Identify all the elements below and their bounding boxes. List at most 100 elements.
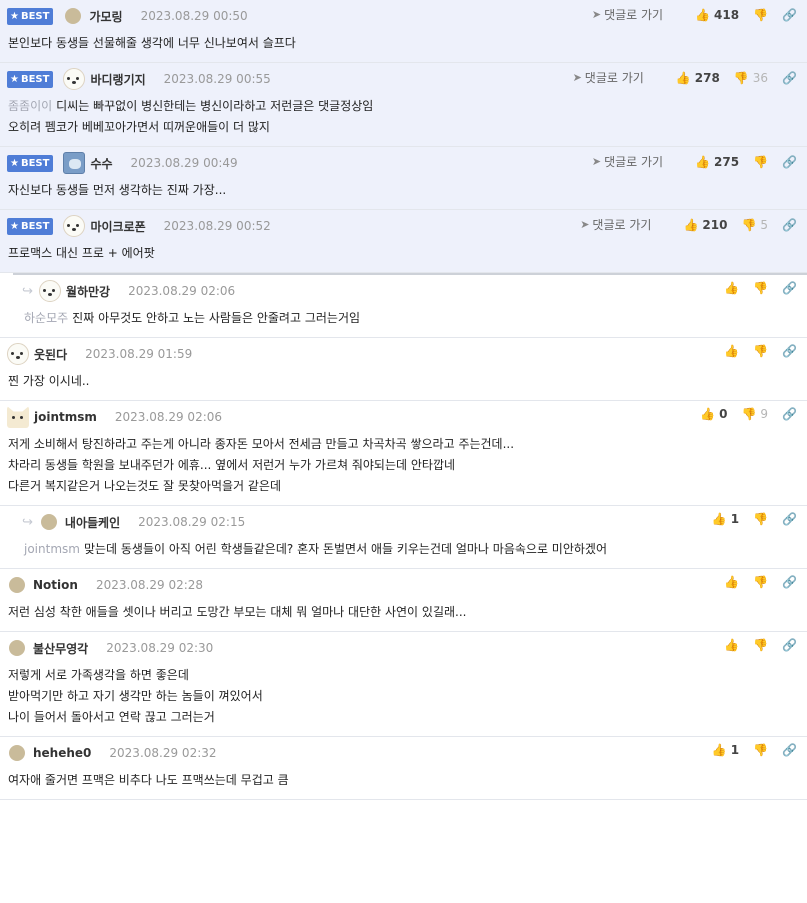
avatar[interactable]: [7, 406, 29, 428]
thumbs-up-icon: 👍: [724, 344, 740, 358]
dislike-button[interactable]: 👎: [753, 575, 768, 589]
comment-line: 저런 심성 착한 애들을 셋이나 버리고 도망간 부모는 대체 뭐 얼마나 대단…: [8, 602, 797, 623]
dislike-button[interactable]: 👎: [753, 743, 768, 757]
dislike-button[interactable]: 👎: [753, 512, 768, 526]
link-icon: 🔗: [782, 70, 797, 85]
comment-actions: 👍 1 👎 🔗: [698, 512, 797, 526]
mention-tag[interactable]: jointmsm: [24, 542, 80, 556]
nickname[interactable]: 월하만강: [66, 283, 110, 300]
copy-link-button[interactable]: 🔗: [782, 344, 797, 358]
dislike-button[interactable]: 👎: [753, 281, 768, 295]
copy-link-button[interactable]: 🔗: [782, 407, 797, 421]
comment-header: ↪ 월하만강 2023.08.29 02:06: [22, 280, 797, 302]
thumbs-down-icon: 👎: [753, 575, 769, 589]
nickname[interactable]: 수수: [90, 155, 112, 172]
like-button[interactable]: 👍: [724, 281, 739, 295]
copy-link-button[interactable]: 🔗: [782, 638, 797, 652]
goto-comment-link[interactable]: ➤ 댓글로 가기: [580, 216, 651, 233]
dislike-count: 5: [760, 217, 769, 232]
copy-link-button[interactable]: 🔗: [782, 281, 797, 295]
nickname[interactable]: 마이크로폰: [90, 218, 145, 235]
best-comment: ★ BEST 마이크로폰 2023.08.29 00:52 ➤ 댓글로 가기 👍 210 👎 5 🔗…: [0, 210, 807, 273]
comment-text: 진짜 아무것도 안하고 노는 사람들은 안줄려고 그러는거임: [72, 311, 361, 325]
dislike-button[interactable]: 👎: [753, 638, 768, 652]
comment-body: 여자애 줄거면 프맥은 비추다 나도 프맥쓰는데 무겁고 큼: [7, 762, 797, 799]
copy-link-button[interactable]: 🔗: [782, 512, 797, 526]
goto-label: 댓글로 가기: [604, 8, 664, 22]
thumbs-down-icon: 👎: [753, 512, 769, 526]
copy-link-button[interactable]: 🔗: [782, 71, 797, 85]
thumbs-down-icon: 👎: [753, 281, 769, 295]
like-button[interactable]: 👍 275: [695, 155, 739, 169]
comment-list: ★ BEST 가모링 2023.08.29 00:50 ➤ 댓글로 가기 👍 418 👎 🔗 본인보…: [0, 0, 807, 800]
dislike-button[interactable]: 👎: [753, 344, 768, 358]
like-button[interactable]: 👍: [724, 638, 739, 652]
nickname[interactable]: 가모링: [89, 8, 122, 25]
timestamp: 2023.08.29 02:32: [109, 746, 217, 760]
star-icon: ★: [10, 157, 19, 169]
dislike-button[interactable]: 👎: [753, 8, 768, 22]
comment-line: 프로맥스 대신 프로 + 에어팟: [8, 243, 797, 264]
dislike-button[interactable]: 👎 36: [734, 71, 768, 85]
copy-link-button[interactable]: 🔗: [782, 218, 797, 232]
avatar[interactable]: [40, 514, 57, 530]
nickname[interactable]: 웃된다: [34, 346, 67, 363]
goto-comment-link[interactable]: ➤ 댓글로 가기: [573, 69, 644, 86]
like-button[interactable]: 👍 418: [695, 8, 739, 22]
timestamp: 2023.08.29 02:15: [138, 515, 246, 529]
avatar[interactable]: [7, 343, 29, 365]
like-button[interactable]: 👍 1: [712, 512, 739, 526]
goto-comment-link[interactable]: ➤ 댓글로 가기: [592, 153, 663, 170]
send-icon: ➤: [580, 218, 590, 231]
comment-actions: 👍 👎 🔗: [710, 281, 797, 295]
best-label: BEST: [20, 157, 50, 169]
avatar[interactable]: [63, 152, 86, 174]
thumbs-down-icon: 👎: [741, 217, 757, 232]
comment-line: 자신보다 동생들 먼저 생각하는 진짜 가장...: [8, 180, 797, 201]
comment-text: 본인보다 동생들 선물해줄 생각에 너무 신나보여서 슬프다: [8, 36, 296, 50]
avatar[interactable]: [9, 745, 25, 761]
thumbs-down-icon: 👎: [753, 344, 769, 358]
comment-text: 프로맥스 대신 프로 + 에어팟: [8, 246, 155, 260]
avatar[interactable]: [63, 215, 86, 237]
copy-link-button[interactable]: 🔗: [782, 743, 797, 757]
thumbs-up-icon: 👍: [695, 154, 711, 169]
timestamp: 2023.08.29 00:52: [163, 219, 271, 233]
copy-link-button[interactable]: 🔗: [782, 155, 797, 169]
copy-link-button[interactable]: 🔗: [782, 575, 797, 589]
comment-actions: 👍 👎 🔗: [710, 344, 797, 358]
comment-text: 받아먹기만 하고 자기 생각만 하는 놈들이 껴있어서: [8, 689, 263, 703]
goto-comment-link[interactable]: ➤ 댓글로 가기: [592, 6, 663, 23]
like-button[interactable]: 👍 210: [683, 218, 727, 232]
like-button[interactable]: 👍: [724, 344, 739, 358]
nickname[interactable]: 불산무영각: [33, 640, 88, 657]
avatar[interactable]: [9, 640, 25, 656]
avatar[interactable]: [9, 577, 25, 593]
like-button[interactable]: 👍 0: [700, 407, 727, 421]
nickname[interactable]: 바디랭기지: [90, 71, 145, 88]
mention-tag[interactable]: 좀좀이이: [8, 99, 52, 113]
nickname[interactable]: Notion: [33, 578, 78, 592]
like-button[interactable]: 👍 278: [676, 71, 720, 85]
avatar[interactable]: [38, 280, 61, 302]
timestamp: 2023.08.29 00:49: [130, 156, 238, 170]
thumbs-down-icon: 👎: [753, 7, 769, 22]
avatar[interactable]: [63, 68, 86, 90]
copy-link-button[interactable]: 🔗: [782, 8, 797, 22]
dislike-button[interactable]: 👎 5: [741, 218, 768, 232]
avatar[interactable]: [65, 8, 82, 24]
thumbs-up-icon: 👍: [675, 70, 691, 85]
timestamp: 2023.08.29 02:28: [95, 578, 204, 592]
comment-body: 하순모주 진짜 아무것도 안하고 노는 사람들은 안줄려고 그러는거임: [22, 300, 797, 337]
comment-line: 차라리 동생들 학원을 보내주던가 에휴... 옆에서 저런거 누가 가르쳐 줘…: [8, 455, 797, 476]
nickname[interactable]: 내아들케인: [65, 514, 120, 531]
like-button[interactable]: 👍 1: [712, 743, 739, 757]
mention-tag[interactable]: 하순모주: [24, 311, 68, 325]
comment-text: 저런 심성 착한 애들을 셋이나 버리고 도망간 부모는 대체 뭐 얼마나 대단…: [8, 605, 467, 619]
nickname[interactable]: hehehe0: [33, 746, 91, 760]
dislike-button[interactable]: 👎: [753, 155, 768, 169]
dislike-button[interactable]: 👎 9: [741, 407, 768, 421]
like-button[interactable]: 👍: [724, 575, 739, 589]
thumbs-down-icon: 👎: [753, 154, 769, 169]
nickname[interactable]: jointmsm: [34, 410, 97, 424]
